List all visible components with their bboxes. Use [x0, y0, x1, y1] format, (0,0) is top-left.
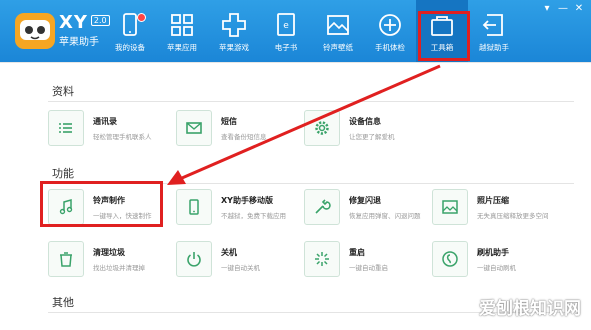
- mobile-icon: [189, 199, 199, 215]
- section-title-features: 功能: [52, 167, 74, 180]
- tool-title: 刷机助手: [477, 247, 509, 257]
- section-title-other: 其他: [52, 296, 74, 309]
- tool-description: 查看备份短信息: [221, 132, 267, 141]
- power-icon: [187, 252, 201, 267]
- tool-description: 轻松管理手机联系人: [93, 132, 152, 141]
- trash-icon: [60, 252, 72, 267]
- nav-ebooks[interactable]: e 电子书: [260, 0, 312, 62]
- nav-label: 苹果应用: [167, 43, 197, 52]
- tool-description: 找出垃圾并清理掉: [93, 263, 145, 272]
- restart-icon: [315, 252, 329, 266]
- tool-title: 通讯录: [93, 116, 117, 126]
- nav-label: 越狱助手: [479, 43, 509, 52]
- nav-phone-checkup[interactable]: 手机体检: [364, 0, 416, 62]
- notification-dot: [137, 13, 146, 22]
- apps-grid-icon: [171, 14, 193, 36]
- tool-title: 重启: [349, 247, 365, 257]
- minimize-button[interactable]: —: [555, 3, 571, 15]
- nav-ringtones-wallpapers[interactable]: 铃声壁纸: [312, 0, 364, 62]
- nav-label: 我的设备: [115, 43, 145, 52]
- jailbreak-icon: [482, 14, 503, 36]
- tool-shutdown[interactable]: 关机 一键自动关机: [176, 241, 286, 277]
- divider: [48, 101, 574, 102]
- window-controls: ▾ — ✕: [539, 3, 587, 15]
- toolbox-highlight-box: [418, 11, 470, 61]
- tool-photo-compress[interactable]: 照片压缩无失真压缩释放更多空间: [432, 189, 549, 225]
- tool-description: 无失真压缩释放更多空间: [477, 211, 549, 220]
- tool-description: 不越狱，免费下载应用: [221, 211, 286, 220]
- wallpaper-icon: [327, 15, 349, 35]
- section-title-data: 资料: [52, 85, 74, 98]
- tool-xy-mobile[interactable]: XY助手移动版不越狱，免费下载应用: [176, 189, 286, 225]
- gear-icon: [315, 121, 329, 135]
- tool-description: 一键自动刷机: [477, 263, 516, 272]
- wrench-icon: [315, 199, 331, 214]
- app-name: 苹果助手: [59, 37, 99, 48]
- contacts-list-icon: [59, 123, 72, 133]
- nav-jailbreak-helper[interactable]: 越狱助手: [468, 0, 520, 62]
- ebook-icon: e: [277, 13, 295, 36]
- tool-restart[interactable]: 重启 一键自动重启: [304, 241, 414, 277]
- tool-title: 短信: [221, 116, 237, 126]
- menu-dropdown-button[interactable]: ▾: [539, 3, 555, 15]
- app-branding: XY 2.0 苹果助手: [59, 12, 110, 48]
- sms-icon: [186, 122, 202, 134]
- logo-text: XY: [59, 12, 88, 33]
- tool-contacts[interactable]: 通讯录轻松管理手机联系人: [48, 110, 158, 146]
- nav-apple-games[interactable]: 苹果游戏: [208, 0, 260, 62]
- tool-fix-crash[interactable]: 修复闪退恢复应用弹窗、闪退问题: [304, 189, 421, 225]
- tool-title: 清理垃圾: [93, 247, 125, 257]
- tool-title: 照片压缩: [477, 195, 509, 205]
- nav-label: 铃声壁纸: [323, 43, 353, 52]
- tool-sms[interactable]: 短信 查看备份短信息: [176, 110, 286, 146]
- ringtone-highlight-box: [40, 181, 163, 227]
- tool-title: 修复闪退: [349, 195, 381, 205]
- tool-device-info[interactable]: 设备信息让您更了解爱机: [304, 110, 414, 146]
- nav-label: 电子书: [274, 43, 298, 52]
- tool-clean-junk[interactable]: 清理垃圾找出垃圾并清理掉: [48, 241, 158, 277]
- watermark-text: 爱刨根知识网: [479, 299, 581, 319]
- nav-my-device[interactable]: 我的设备: [104, 0, 156, 62]
- tool-title: XY助手移动版: [221, 195, 273, 205]
- nav-label: 苹果游戏: [219, 43, 249, 52]
- nav-label: 手机体检: [375, 43, 405, 52]
- tool-flash-helper[interactable]: 刷机助手一键自动刷机: [432, 241, 542, 277]
- game-pad-icon: [222, 13, 246, 37]
- checkup-icon: [379, 14, 401, 36]
- tool-description: 一键自动重启: [349, 263, 388, 272]
- tool-description: 一键自动关机: [221, 263, 260, 272]
- svg-text:e: e: [283, 21, 289, 31]
- tool-description: 让您更了解爱机: [349, 132, 395, 141]
- logo-icon: [15, 13, 55, 49]
- close-button[interactable]: ✕: [571, 3, 587, 15]
- photo-icon: [442, 200, 458, 214]
- tool-title: 关机: [221, 247, 237, 257]
- top-navigation-bar: XY 2.0 苹果助手 我的设备 苹果应用 苹果游戏 e 电子书 铃声壁纸 手机体…: [0, 0, 591, 62]
- tool-description: 恢复应用弹窗、闪退问题: [349, 211, 421, 220]
- nav-apple-apps[interactable]: 苹果应用: [156, 0, 208, 62]
- flash-icon: [442, 251, 458, 267]
- tool-title: 设备信息: [349, 116, 381, 126]
